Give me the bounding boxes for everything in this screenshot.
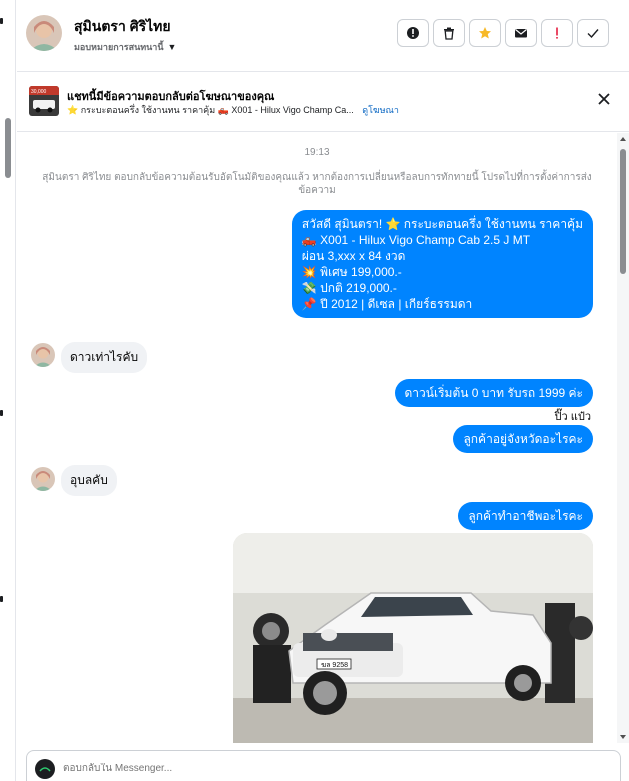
mark-unread-button[interactable]: [505, 19, 537, 47]
messenger-page-icon: [35, 759, 55, 779]
envelope-icon: [515, 29, 527, 38]
header-actions: [397, 19, 609, 47]
contact-avatar[interactable]: [26, 15, 62, 51]
exclamation-mark-icon: [556, 27, 558, 39]
check-icon: [587, 29, 599, 39]
message-line: 📌 ปี 2012 | ดีเซล | เกียร์ธรรมดา: [301, 297, 473, 311]
close-icon[interactable]: [597, 92, 611, 106]
message-line: 💥 พิเศษ 199,000.-: [301, 265, 402, 279]
sender-avatar: [31, 467, 55, 491]
left-edge-mark: [0, 18, 3, 24]
scroll-down-arrow-icon[interactable]: [620, 735, 626, 739]
banner-subtitle: ⭐ กระบะตอนครึ่ง ใช้งานทน ราคาคุ้ม 🛻 X001…: [67, 103, 399, 117]
ad-thumb-badge: 30,000: [31, 89, 47, 95]
reply-composer: [26, 750, 621, 781]
incoming-message[interactable]: ดาวเท่าไรคับ: [61, 342, 148, 373]
caret-down-icon: ▼: [167, 42, 177, 52]
incoming-message[interactable]: อุบลคับ: [61, 465, 117, 496]
outgoing-message[interactable]: สวัสดี สุมินตรา! ⭐ กระบะตอนครึ่ง ใช้งานท…: [291, 210, 593, 318]
assign-conversation-dropdown[interactable]: มอบหมายการสนทนานี้ ▼: [74, 40, 176, 54]
outgoing-message[interactable]: ลูกค้าทำอาชีพอะไรคะ: [458, 502, 593, 530]
info-button[interactable]: [397, 19, 429, 47]
left-scroll-thumb[interactable]: [5, 118, 11, 178]
system-note: สุมินตรา ศิริไทย ตอบกลับข้อความต้อนรับอั…: [42, 172, 592, 196]
star-button[interactable]: [469, 19, 501, 47]
thread-scrollbar[interactable]: [617, 133, 629, 743]
contact-name[interactable]: สุมินตรา ศิริไทย: [74, 16, 171, 38]
left-edge-mark: [0, 410, 3, 416]
message-thread[interactable]: 19:13 สุมินตรา ศิริไทย ตอบกลับข้อความต้อ…: [17, 133, 617, 743]
thread-scroll-thumb[interactable]: [620, 149, 626, 274]
exclamation-circle-icon: [407, 27, 419, 39]
car-photo-attachment[interactable]: ฆล 9258: [233, 533, 593, 743]
ad-thumbnail[interactable]: 30,000: [29, 86, 59, 116]
outgoing-message[interactable]: ดาวน์เริ่มต้น 0 บาท รับรถ 1999 ค่ะ: [394, 379, 593, 407]
mark-done-button[interactable]: [577, 19, 609, 47]
message-line: ผ่อน 3,xxx x 84 งวด: [301, 249, 406, 263]
message-line: 💸 ปกติ 219,000.-: [301, 281, 397, 295]
message-reaction-label: ปิ๊ว แป๋ว: [554, 411, 591, 423]
message-line: 🛻 X001 - Hilux Vigo Champ Cab 2.5 J MT: [301, 233, 531, 247]
delete-button[interactable]: [433, 19, 465, 47]
reply-input[interactable]: [63, 763, 463, 774]
sender-avatar: [31, 343, 55, 367]
conversation-header: สุมินตรา ศิริไทย มอบหมายการสนทนานี้ ▼: [17, 0, 629, 72]
ad-headline: ⭐ กระบะตอนครึ่ง ใช้งานทน ราคาคุ้ม 🛻 X001…: [67, 105, 354, 115]
star-icon: [479, 27, 491, 39]
left-edge-mark: [0, 596, 3, 602]
ad-reply-banner: 30,000 แชทนี้มีข้อความตอบกลับต่อโฆษณาของ…: [17, 72, 629, 132]
view-ad-link[interactable]: ดูโฆษณา: [362, 105, 399, 115]
time-separator: 19:13: [304, 147, 330, 158]
outgoing-message[interactable]: ลูกค้าอยู่จังหวัดอะไรคะ: [453, 425, 593, 453]
scroll-up-arrow-icon[interactable]: [620, 137, 626, 141]
left-scrollbar[interactable]: [0, 0, 16, 781]
license-plate: ฆล 9258: [321, 662, 348, 669]
spam-button[interactable]: [541, 19, 573, 47]
trash-icon: [444, 27, 454, 40]
assign-label: มอบหมายการสนทนานี้: [74, 42, 164, 52]
message-line: สวัสดี สุมินตรา! ⭐ กระบะตอนครึ่ง ใช้งานท…: [301, 217, 583, 231]
